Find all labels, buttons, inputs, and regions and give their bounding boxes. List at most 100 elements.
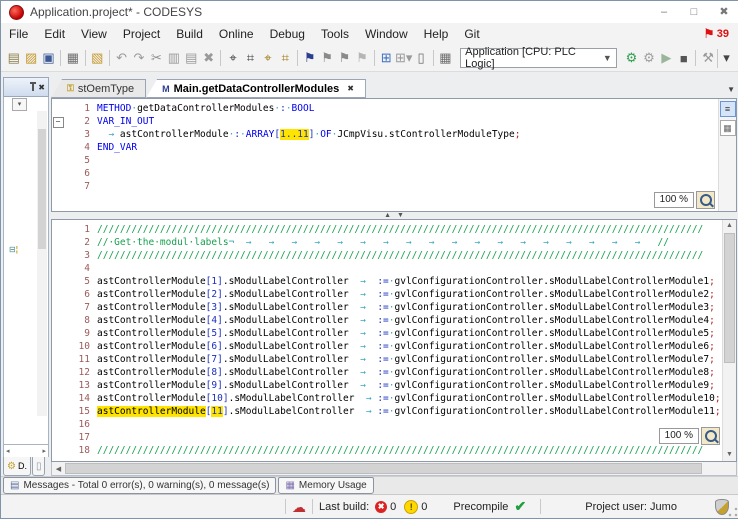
window-title: Application.project* - CODESYS: [30, 5, 202, 19]
minimize-button[interactable]: –: [649, 1, 679, 23]
incremental-find-icon[interactable]: ⌗: [242, 49, 259, 68]
splitter-down-icon[interactable]: ▼: [397, 212, 404, 219]
maximize-button[interactable]: □: [679, 1, 709, 23]
fold-column: [52, 223, 64, 236]
dut-icon: ⚿: [67, 83, 74, 94]
start-icon[interactable]: ▶: [658, 49, 675, 68]
tab-list-dropdown-icon[interactable]: ▼: [727, 85, 735, 94]
flag-status[interactable]: ⚑ 39: [703, 26, 729, 42]
tab-close-icon[interactable]: ✖: [347, 84, 354, 93]
panel-vertical-scrollbar[interactable]: [37, 111, 47, 416]
tree-node-icon[interactable]: ⊟¦: [9, 245, 18, 254]
project-user: Project user: Jumo: [547, 501, 715, 513]
messages-tab[interactable]: ▤Messages - Total 0 error(s), 0 warning(…: [3, 477, 276, 494]
new-file-icon[interactable]: ▤: [5, 49, 22, 68]
paste-folder-icon[interactable]: ▧: [89, 49, 106, 68]
build-icon[interactable]: ⊞: [378, 49, 395, 68]
save-icon[interactable]: ▣: [40, 49, 57, 68]
declaration-zoom-level[interactable]: 100 %: [654, 192, 694, 208]
menu-file[interactable]: File: [1, 25, 36, 43]
code-line: 6: [52, 167, 736, 180]
close-button[interactable]: ✖: [709, 1, 738, 23]
panel-dropdown-icon[interactable]: ▾: [12, 98, 27, 111]
menu-build[interactable]: Build: [168, 25, 211, 43]
panel-close-icon[interactable]: ✖: [38, 83, 45, 92]
redo-icon[interactable]: ↷: [130, 49, 147, 68]
tools-icon[interactable]: ⚒: [699, 49, 716, 68]
delete-icon[interactable]: ✖: [200, 49, 217, 68]
menu-debug[interactable]: Debug: [262, 25, 313, 43]
panel-horizontal-scrollbar[interactable]: ◂▸: [3, 445, 49, 457]
build-config-icon[interactable]: ⊞▾: [395, 49, 412, 68]
menu-tools[interactable]: Tools: [313, 25, 357, 43]
project-settings-icon[interactable]: ▦: [437, 49, 454, 68]
menu-git[interactable]: Git: [456, 25, 487, 43]
devices-tab[interactable]: ⚙ D.: [3, 457, 31, 476]
line-number: 8: [64, 314, 97, 327]
precompile-check-icon: ✔: [514, 498, 526, 515]
menu-online[interactable]: Online: [211, 25, 262, 43]
pous-tab[interactable]: ▯: [32, 457, 46, 476]
implementation-zoom-icon[interactable]: [701, 427, 720, 445]
chevron-down-icon: ▼: [603, 53, 612, 63]
implementation-zoom-level[interactable]: 100 %: [659, 428, 699, 444]
line-number: 5: [64, 275, 97, 288]
horizontal-scroll-thumb[interactable]: [65, 463, 702, 474]
login-icon[interactable]: ⚙: [623, 49, 640, 68]
line-number: 4: [64, 141, 97, 154]
menu-window[interactable]: Window: [357, 25, 416, 43]
replace-in-project-icon[interactable]: ⌗: [277, 49, 294, 68]
scroll-up-icon[interactable]: ▲: [723, 220, 736, 232]
implementation-pane[interactable]: 1///////////////////////////////////////…: [51, 219, 737, 462]
code-text: astControllerModule[1].sModulLabelContro…: [97, 275, 715, 288]
bookmark-icon[interactable]: ⚑: [301, 49, 318, 68]
previous-bookmark-icon[interactable]: ⚑: [318, 49, 335, 68]
pane-splitter[interactable]: ▲ ▼: [51, 212, 737, 219]
vertical-scroll-thumb[interactable]: [724, 233, 735, 363]
logout-icon[interactable]: ⚙: [640, 49, 657, 68]
memory-usage-tab[interactable]: ▦Memory Usage: [278, 477, 373, 494]
fold-column: [52, 431, 64, 444]
paste-icon[interactable]: ▤: [183, 49, 200, 68]
menu-view[interactable]: View: [73, 25, 115, 43]
fold-toggle-icon[interactable]: −: [53, 117, 64, 128]
stop-icon[interactable]: ■: [675, 49, 692, 68]
menu-project[interactable]: Project: [115, 25, 168, 43]
menu-help[interactable]: Help: [416, 25, 457, 43]
undo-icon[interactable]: ↶: [113, 49, 130, 68]
find-icon[interactable]: ⌖: [224, 49, 241, 68]
textual-view-button[interactable]: ≡: [720, 101, 736, 117]
code-text: astControllerModule[7].sModulLabelContro…: [97, 353, 715, 366]
code-line: 7astControllerModule[3].sModulLabelContr…: [52, 301, 736, 314]
tabular-view-button[interactable]: ▦: [720, 120, 736, 136]
code-line: 14astControllerModule[10].sModulLabelCon…: [52, 392, 736, 405]
line-number: 7: [64, 301, 97, 314]
resize-grip[interactable]: [728, 507, 738, 517]
code-line: 15astControllerModule[11].sModulLabelCon…: [52, 405, 736, 418]
tab-Main.getDataControllerModules[interactable]: MMain.getDataControllerModules✖: [146, 79, 366, 98]
open-project-icon[interactable]: ▨: [22, 49, 39, 68]
declaration-zoom-icon[interactable]: [696, 191, 715, 209]
tool-window-tabs: ▤Messages - Total 0 error(s), 0 warning(…: [1, 476, 738, 494]
next-bookmark-icon[interactable]: ⚑: [336, 49, 353, 68]
copy-icon[interactable]: ▥: [165, 49, 182, 68]
menu-edit[interactable]: Edit: [36, 25, 73, 43]
generate-code-icon[interactable]: ▯: [412, 49, 429, 68]
tab-stOemType[interactable]: ⚿stOemType: [51, 79, 146, 98]
print-icon[interactable]: ▦: [64, 49, 81, 68]
toolbar-overflow-icon[interactable]: ▾: [717, 49, 735, 68]
find-in-project-icon[interactable]: ⌖: [259, 49, 276, 68]
scroll-down-icon[interactable]: ▼: [723, 449, 736, 461]
implementation-horizontal-scrollbar[interactable]: ◀: [51, 462, 737, 476]
implementation-vertical-scrollbar[interactable]: ▲ ▼: [722, 220, 736, 461]
line-number: 3: [64, 249, 97, 262]
code-line: 9astControllerModule[5].sModulLabelContr…: [52, 327, 736, 340]
clear-bookmarks-icon[interactable]: ⚑: [353, 49, 370, 68]
scroll-left-icon[interactable]: ◀: [52, 465, 65, 473]
application-combo[interactable]: Application [CPU: PLC Logic]▼: [460, 48, 617, 68]
fold-column: [52, 444, 64, 457]
pin-icon[interactable]: [32, 84, 34, 91]
cut-icon[interactable]: ✂: [148, 49, 165, 68]
splitter-up-icon[interactable]: ▲: [384, 212, 391, 219]
declaration-pane[interactable]: 1METHOD·getDataControllerModules·:·BOOL−…: [51, 98, 737, 212]
